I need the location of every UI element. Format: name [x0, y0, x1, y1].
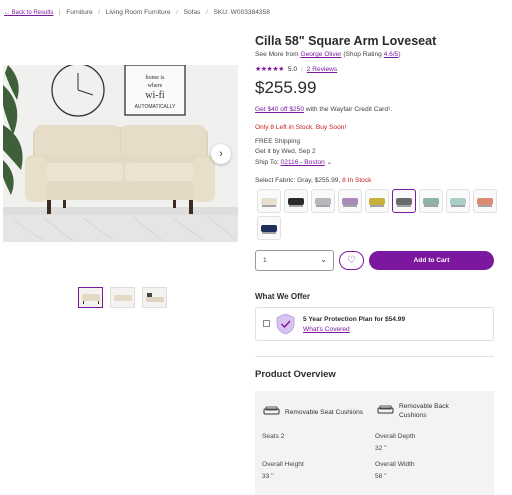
thumbnail-2[interactable]: [110, 287, 135, 308]
chevron-down-icon: ⌄: [320, 255, 327, 264]
spec-height-label: Overall Height: [262, 461, 304, 468]
favorite-button[interactable]: ♡: [339, 251, 364, 270]
stock-alert: Only 8 Left in Stock. Buy Soon!: [255, 124, 347, 131]
star-rating-icon: ★★★★★: [255, 66, 284, 73]
spec-height-value: 33 '': [262, 473, 274, 480]
credit-offer: Get $40 off $250 with the Wayfair Credit…: [255, 106, 392, 113]
section-divider: [255, 356, 494, 357]
product-title: Cilla 58" Square Arm Loveseat: [255, 34, 437, 48]
spec-seats-label: Seats: [262, 433, 279, 440]
sofa-icon: [263, 406, 280, 418]
swatch-coral[interactable]: [473, 189, 497, 213]
credit-offer-link[interactable]: Get $40 off $250: [255, 106, 304, 113]
shop-rating-label: (Shop Rating: [341, 51, 384, 58]
swatch-light-gray[interactable]: [311, 189, 335, 213]
swatch-mustard[interactable]: [365, 189, 389, 213]
swatch-lavender[interactable]: [338, 189, 362, 213]
add-to-cart-button[interactable]: Add to Cart: [369, 251, 494, 270]
whats-covered-link[interactable]: What's Covered: [303, 326, 350, 333]
what-we-offer-heading: What We Offer: [255, 292, 310, 301]
product-price: $255.99: [255, 78, 317, 97]
thumbnail-1[interactable]: [78, 287, 103, 308]
fabric-swatches: [257, 189, 497, 240]
shop-rating-suffix: ): [398, 51, 401, 58]
swatch-beige[interactable]: [257, 189, 281, 213]
see-more-line: See More from George Oliver (Shop Rating…: [255, 51, 401, 58]
thumbnail-3[interactable]: [142, 287, 167, 308]
svg-text:where: where: [148, 83, 163, 89]
protection-plan-checkbox[interactable]: [263, 320, 270, 327]
see-more-label: See More from: [255, 51, 301, 58]
feature-back-cushions-label: Removable Back Cushions: [399, 403, 449, 419]
breadcrumb-sofas[interactable]: Sofas: [184, 9, 201, 16]
next-image-button[interactable]: ›: [211, 144, 231, 164]
swatch-black[interactable]: [284, 189, 308, 213]
spec-width-label: Overall Width: [375, 461, 415, 468]
ship-to-label: Ship To:: [255, 159, 281, 166]
swatch-gray[interactable]: [392, 189, 416, 213]
brand-link[interactable]: George Oliver: [300, 51, 341, 58]
breadcrumb-furniture[interactable]: Furniture: [66, 9, 92, 16]
feature-back-cushions: Removable Back Cushions: [377, 402, 459, 420]
chevron-down-icon[interactable]: ⌄: [327, 159, 333, 166]
product-main-image[interactable]: home is where wi-fi AUTOMATICALLY: [3, 65, 238, 242]
spec-seats-value: 2: [280, 433, 285, 440]
breadcrumb-living-room[interactable]: Living Room Furniture: [106, 9, 171, 16]
fabric-selection-label: Select Fabric: Gray, $255.99, 8 In Stock: [255, 177, 371, 184]
reviews-link[interactable]: 2 Reviews: [307, 66, 337, 73]
sku-label: SKU: W003384358: [213, 9, 270, 16]
chevron-right-icon: ›: [219, 148, 223, 160]
credit-offer-text: with the Wayfair Credit Card¹.: [304, 106, 393, 113]
shield-icon: [275, 313, 296, 335]
shop-rating-link[interactable]: 4.6/5: [384, 51, 399, 58]
quantity-select[interactable]: 1 ⌄: [255, 250, 334, 271]
breadcrumb: ← Back to Results | Furniture / Living R…: [4, 9, 270, 16]
sofa-icon: [377, 405, 394, 417]
rating-row: ★★★★★ 5.0 | 2 Reviews: [255, 65, 338, 74]
svg-text:home is: home is: [146, 75, 165, 81]
rating-value: 5.0: [287, 65, 298, 73]
heart-icon: ♡: [347, 255, 356, 266]
ship-to-zip-link[interactable]: 02116 - Boston: [281, 159, 325, 166]
fabric-label-text: Select Fabric: Gray, $255.99,: [255, 177, 343, 184]
swatch-aqua[interactable]: [446, 189, 470, 213]
protection-plan-text: 5 Year Protection Plan for $54.99: [303, 316, 406, 323]
feature-seat-cushions: Removable Seat Cushions: [263, 406, 363, 418]
fabric-stock: 8 In Stock: [342, 177, 372, 184]
spec-depth-label: Overall Depth: [375, 433, 416, 440]
quantity-value: 1: [263, 257, 267, 264]
svg-text:wi-fi: wi-fi: [145, 90, 165, 101]
swatch-navy[interactable]: [257, 216, 281, 240]
spec-width-value: 58 '': [375, 473, 387, 480]
delivery-date: Get it by Wed, Sep 2: [255, 148, 316, 155]
product-overview-heading: Product Overview: [255, 369, 336, 380]
spec-seats: Seats 2: [262, 433, 284, 440]
thumbnail-strip: [78, 287, 167, 308]
spec-depth-value: 32 '': [375, 445, 387, 452]
ship-to-row: Ship To: 02116 - Boston ⌄: [255, 158, 332, 166]
swatch-sage[interactable]: [419, 189, 443, 213]
feature-seat-cushions-label: Removable Seat Cushions: [285, 408, 364, 416]
shipping-info: FREE Shipping: [255, 138, 301, 145]
svg-text:AUTOMATICALLY: AUTOMATICALLY: [135, 104, 177, 110]
back-to-results-link[interactable]: ← Back to Results: [4, 10, 53, 16]
